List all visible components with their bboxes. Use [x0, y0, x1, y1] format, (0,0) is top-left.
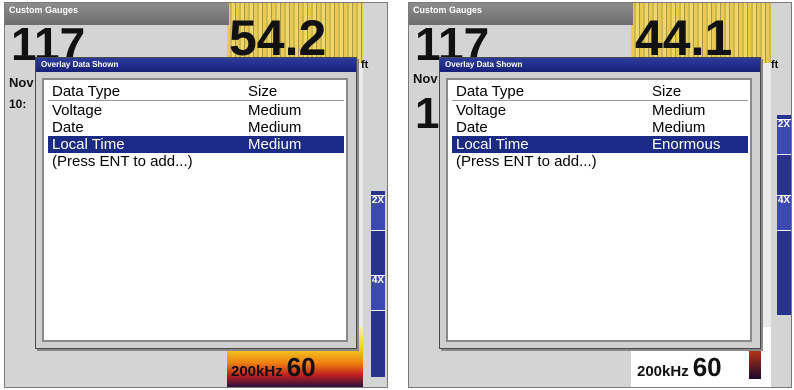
item-size: Enormous	[652, 136, 721, 153]
item-type: Voltage	[52, 102, 103, 119]
item-size: Medium	[652, 102, 706, 119]
overlay-data-list: Data Type Size Voltage Medium Date Mediu…	[42, 78, 348, 342]
list-item-date[interactable]: Date Medium	[452, 119, 748, 136]
list-header: Data Type Size	[48, 83, 344, 101]
time-partial-digit: 1	[415, 89, 440, 138]
frequency-readout: 200kHz 60	[231, 352, 316, 383]
depth-unit-label: ft	[771, 59, 779, 71]
zoom-4x-tick[interactable]: 4X	[371, 275, 385, 311]
zoom-2x-tick[interactable]: 2X	[371, 195, 385, 231]
column-header-size: Size	[248, 83, 278, 100]
sonar-screen-right: Custom Gauges 117 44.1 ft Nov 1 2X 4X 20…	[408, 2, 792, 388]
sonar-screen-left: Custom Gauges 117 54.2 ft Nov 10: 2X 4X …	[4, 2, 388, 388]
list-item-add[interactable]: (Press ENT to add...)	[48, 153, 344, 170]
frequency-readout: 200kHz 60	[637, 352, 722, 383]
time-label: 10:	[9, 97, 27, 111]
item-type: Date	[52, 119, 84, 136]
item-type: Date	[456, 119, 488, 136]
frequency-value: 60	[286, 352, 316, 382]
zoom-4x-tick[interactable]: 4X	[777, 195, 791, 231]
item-size: Medium	[248, 102, 302, 119]
overlay-data-list: Data Type Size Voltage Medium Date Mediu…	[446, 78, 752, 342]
frequency-label: 200kHz	[637, 363, 689, 380]
list-item-local-time[interactable]: Local Time Medium	[48, 136, 344, 153]
zoom-scale-bar: 2X 4X	[777, 115, 791, 315]
item-type: Voltage	[456, 102, 507, 119]
dialog-title: Overlay Data Shown	[440, 58, 760, 72]
overlay-data-dialog: Overlay Data Shown Data Type Size Voltag…	[439, 57, 761, 349]
item-type: (Press ENT to add...)	[456, 153, 597, 170]
list-item-date[interactable]: Date Medium	[48, 119, 344, 136]
list-item-add[interactable]: (Press ENT to add...)	[452, 153, 748, 170]
zoom-scale-bar: 2X 4X	[371, 191, 385, 377]
list-item-local-time[interactable]: Local Time Enormous	[452, 136, 748, 153]
zoom-2x-tick[interactable]: 2X	[777, 119, 791, 155]
column-header-data-type: Data Type	[52, 83, 121, 100]
dialog-title: Overlay Data Shown	[36, 58, 356, 72]
item-size: Medium	[248, 136, 302, 153]
item-size: Medium	[652, 119, 706, 136]
frequency-value: 60	[692, 352, 722, 382]
list-item-voltage[interactable]: Voltage Medium	[48, 102, 344, 119]
list-item-voltage[interactable]: Voltage Medium	[452, 102, 748, 119]
column-header-data-type: Data Type	[456, 83, 525, 100]
date-label: Nov	[9, 75, 34, 90]
frequency-label: 200kHz	[231, 363, 283, 380]
item-type: Local Time	[456, 136, 529, 153]
item-size: Medium	[248, 119, 302, 136]
date-label: Nov	[413, 71, 438, 86]
column-header-size: Size	[652, 83, 682, 100]
item-type: Local Time	[52, 136, 125, 153]
item-type: (Press ENT to add...)	[52, 153, 193, 170]
depth-unit-label: ft	[361, 59, 369, 71]
overlay-data-dialog: Overlay Data Shown Data Type Size Voltag…	[35, 57, 357, 349]
list-header: Data Type Size	[452, 83, 748, 101]
